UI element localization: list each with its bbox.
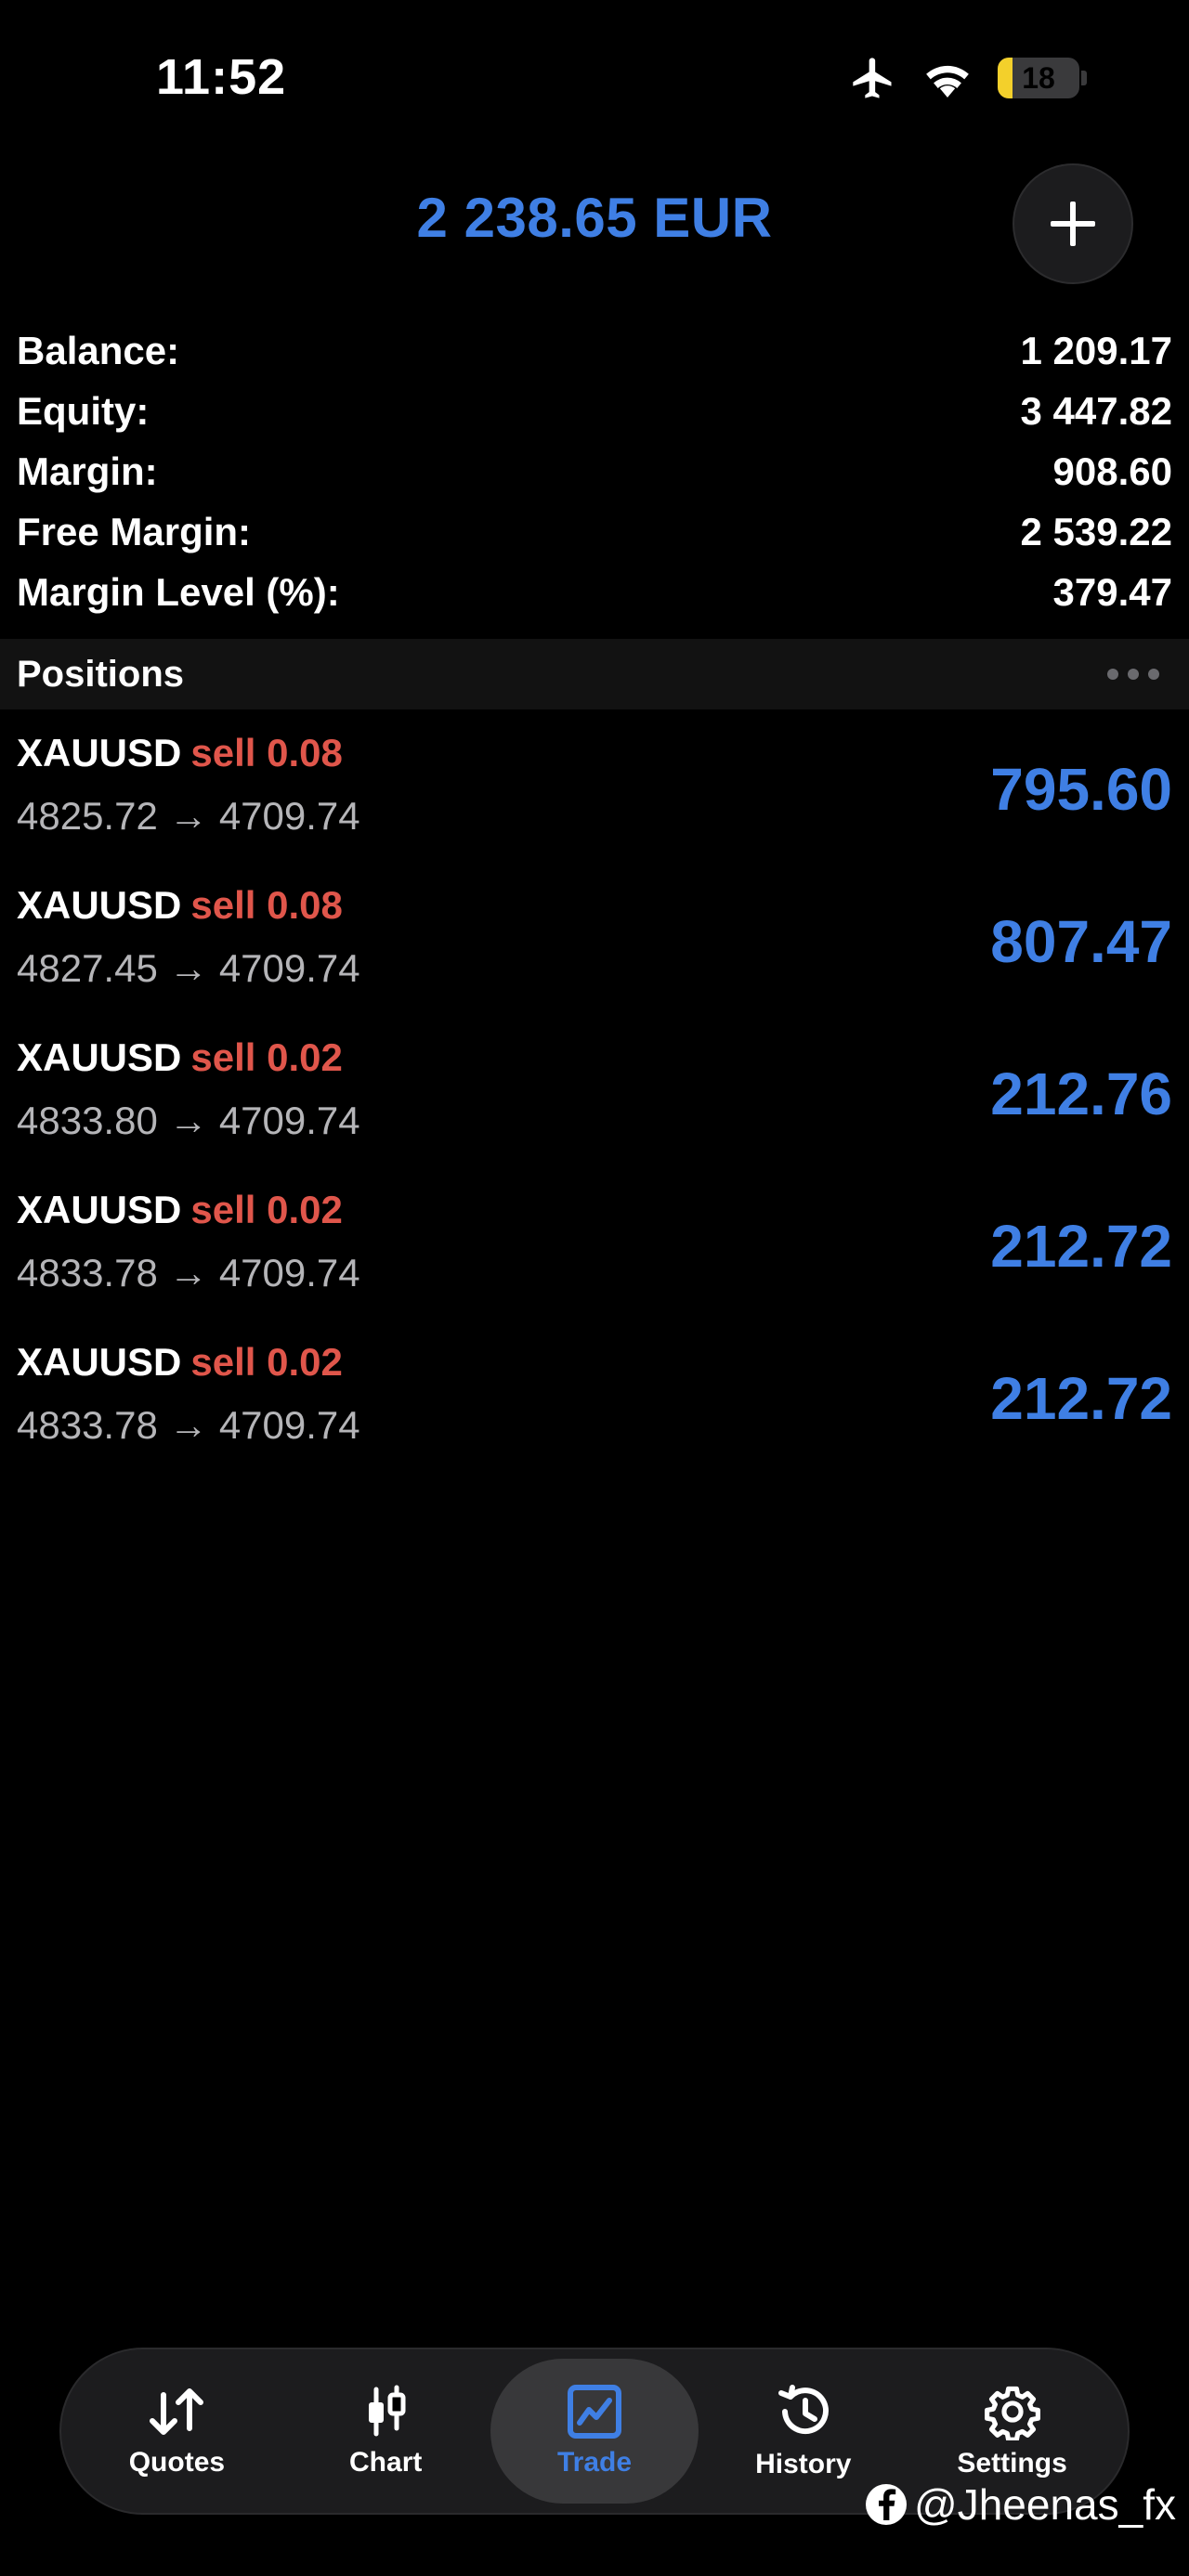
position-open-price: 4827.45: [17, 946, 158, 990]
position-current-price: 4709.74: [218, 1403, 360, 1447]
account-row-margin-level: Margin Level (%): 379.47: [0, 562, 1189, 622]
position-row[interactable]: XAUUSD sell 0.02 4833.78 → 4709.74 212.72: [0, 1329, 1189, 1481]
account-label: Free Margin:: [17, 509, 252, 553]
position-side: sell 0.08: [190, 731, 343, 774]
account-row-margin: Margin: 908.60: [0, 441, 1189, 501]
position-current-price: 4709.74: [218, 1251, 360, 1295]
position-side: sell 0.02: [190, 1340, 343, 1384]
airplane-icon: [853, 58, 892, 98]
position-current-price: 4709.74: [218, 946, 360, 990]
position-side: sell 0.08: [190, 883, 343, 927]
battery-indicator: 18: [998, 58, 1079, 98]
tab-label: Quotes: [128, 2447, 226, 2478]
tab-label: History: [755, 2449, 852, 2479]
battery-level: 18: [1022, 60, 1055, 95]
more-options-icon[interactable]: [1107, 669, 1159, 680]
position-profit: 807.47: [990, 908, 1172, 975]
status-time: 11:52: [156, 49, 287, 105]
position-current-price: 4709.74: [218, 1099, 360, 1142]
arrow-icon: →: [168, 946, 208, 990]
gear-icon: [984, 2386, 1040, 2440]
position-symbol: XAUUSD: [17, 731, 182, 774]
position-profit: 212.72: [990, 1213, 1172, 1280]
tab-trade[interactable]: Trade: [490, 2359, 699, 2504]
position-symbol: XAUUSD: [17, 1340, 182, 1384]
watermark-text: @Jheenas_fx: [914, 2480, 1176, 2529]
position-symbol: XAUUSD: [17, 1035, 182, 1079]
account-summary: Balance: 1 209.17 Equity: 3 447.82 Margi…: [0, 320, 1189, 622]
position-current-price: 4709.74: [218, 794, 360, 838]
position-profit: 795.60: [990, 756, 1172, 823]
arrow-icon: →: [168, 794, 208, 838]
positions-title: Positions: [17, 653, 185, 695]
position-symbol: XAUUSD: [17, 883, 182, 927]
tab-label: Settings: [957, 2448, 1067, 2478]
position-open-price: 4833.78: [17, 1251, 158, 1295]
position-profit: 212.76: [990, 1060, 1172, 1127]
position-open-price: 4833.80: [17, 1099, 158, 1142]
position-symbol: XAUUSD: [17, 1188, 182, 1231]
tab-chart[interactable]: Chart: [281, 2359, 490, 2504]
account-row-balance: Balance: 1 209.17: [0, 320, 1189, 381]
positions-header: Positions: [0, 639, 1189, 709]
wifi-icon: [926, 65, 969, 98]
status-icons: 18: [849, 54, 1087, 102]
add-order-button[interactable]: [1013, 163, 1133, 284]
position-row[interactable]: XAUUSD sell 0.02 4833.80 → 4709.74 212.76: [0, 1024, 1189, 1177]
position-row[interactable]: XAUUSD sell 0.08 4825.72 → 4709.74 795.60: [0, 720, 1189, 872]
account-value: 1 209.17: [1020, 328, 1173, 372]
account-total: 2 238.65 EUR: [416, 187, 773, 249]
position-open-price: 4833.78: [17, 1403, 158, 1447]
account-value: 2 539.22: [1020, 509, 1173, 553]
position-side: sell 0.02: [190, 1035, 343, 1079]
account-value: 3 447.82: [1020, 388, 1173, 433]
chart-icon: [369, 2385, 406, 2437]
account-label: Margin:: [17, 449, 158, 493]
position-open-price: 4825.72: [17, 794, 158, 838]
trade-icon: [567, 2385, 621, 2439]
watermark: @Jheenas_fx: [866, 2479, 1176, 2530]
facebook-icon: [866, 2484, 908, 2525]
tab-quotes[interactable]: Quotes: [72, 2359, 281, 2504]
account-row-free-margin: Free Margin: 2 539.22: [0, 501, 1189, 562]
arrow-icon: →: [168, 1403, 208, 1447]
account-label: Balance:: [17, 328, 180, 372]
position-side: sell 0.02: [190, 1188, 343, 1231]
arrow-icon: →: [168, 1251, 208, 1295]
position-row[interactable]: XAUUSD sell 0.08 4827.45 → 4709.74 807.47: [0, 872, 1189, 1024]
positions-list: XAUUSD sell 0.08 4825.72 → 4709.74 795.60 X…: [0, 720, 1189, 1481]
account-label: Equity:: [17, 388, 150, 433]
position-profit: 212.72: [990, 1365, 1172, 1432]
account-label: Margin Level (%):: [17, 569, 340, 614]
arrow-icon: →: [168, 1099, 208, 1142]
plus-icon: [1051, 202, 1095, 246]
status-bar: 11:52 18: [0, 0, 1189, 158]
account-value: 379.47: [1052, 569, 1172, 614]
account-row-equity: Equity: 3 447.82: [0, 381, 1189, 441]
tab-label: Trade: [556, 2447, 633, 2478]
quotes-icon: [150, 2388, 204, 2435]
account-value: 908.60: [1052, 449, 1172, 493]
position-row[interactable]: XAUUSD sell 0.02 4833.78 → 4709.74 212.72: [0, 1177, 1189, 1329]
history-icon: [777, 2385, 829, 2435]
tab-label: Chart: [349, 2447, 423, 2478]
